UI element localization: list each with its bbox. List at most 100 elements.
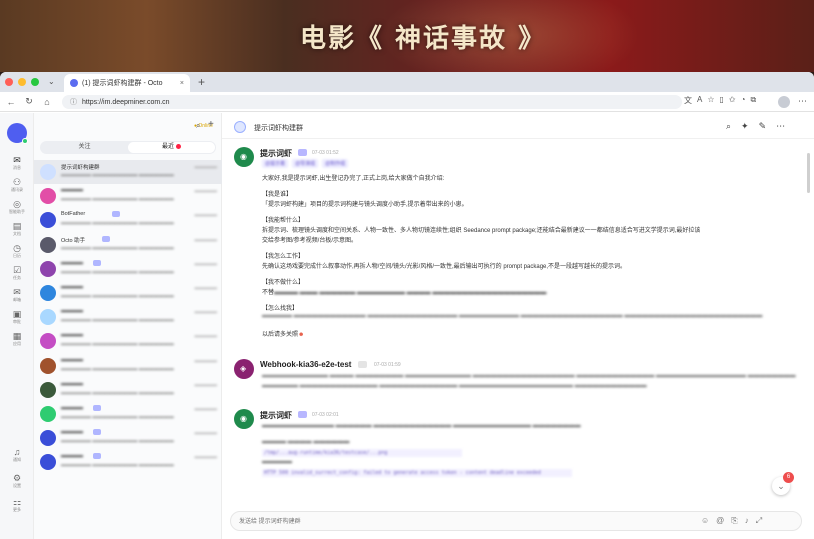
conversation-time: ▬▬▬▬▬ xyxy=(194,236,218,242)
conversation-body: ▬▬▬▬ ▬▬▬▬▬▬ ▬▬▬▬▬▬▬▬▬ ▬▬▬▬▬▬▬ ▬▬▬▬▬ xyxy=(61,284,221,302)
rail-item-approval[interactable]: ▣ 审批 xyxy=(0,309,34,325)
conversation-item[interactable]: ▬▬▬▬ ▬▬▬▬▬▬ ▬▬▬▬▬▬▬▬▬ ▬▬▬▬▬▬▬ ▬▬▬▬▬ xyxy=(34,329,222,353)
conversation-item[interactable]: ▬▬▬▬ ▬▬▬▬▬▬ ▬▬▬▬▬▬▬▬▬ ▬▬▬▬▬▬▬ ▬▬▬▬▬ xyxy=(34,354,222,378)
add-icon[interactable]: + xyxy=(208,119,214,130)
rail-item-messages[interactable]: ✉ 消息 xyxy=(0,155,34,171)
sender-avatar[interactable]: ◉ xyxy=(234,409,254,429)
message-line: 【我不做什么】 xyxy=(262,280,305,286)
conversation-avatar xyxy=(40,212,56,229)
back-icon[interactable]: ← xyxy=(4,97,18,107)
sender-name[interactable]: 提示词虾 xyxy=(260,148,292,159)
composer-actions: ☺ @ ⎘ ♪ ⤢ xyxy=(701,516,762,526)
conversation-item[interactable]: ▬▬▬▬ ▬▬▬▬▬▬ ▬▬▬▬▬▬▬▬▬ ▬▬▬▬▬▬▬ ▬▬▬▬▬ xyxy=(34,184,222,208)
conversation-body: ▬▬▬▬ ▬▬▬▬▬▬ ▬▬▬▬▬▬▬▬▬ ▬▬▬▬▬▬▬ ▬▬▬▬▬ xyxy=(61,453,221,471)
site-info-icon[interactable]: ⓘ xyxy=(70,97,77,107)
reload-icon[interactable]: ↻ xyxy=(22,96,36,107)
read-aloud-icon[interactable]: A xyxy=(697,95,702,106)
conversation-item[interactable]: ▬▬▬▬ ▬▬▬▬▬▬ ▬▬▬▬▬▬▬▬▬ ▬▬▬▬▬▬▬ ▬▬▬▬▬ xyxy=(34,426,222,450)
group-avatar[interactable] xyxy=(234,121,246,133)
sender-name[interactable]: Webhook-kia36-e2e-test xyxy=(260,360,351,369)
scroll-to-bottom-button[interactable]: ⌄ 6 xyxy=(772,472,794,495)
emoji-icon[interactable]: ☺ xyxy=(701,516,709,526)
maximize-window-button[interactable] xyxy=(31,78,39,86)
conversation-name: ▬▬▬▬ xyxy=(61,429,83,436)
conversation-item[interactable]: ▬▬▬▬ ▬▬▬▬▬▬ ▬▬▬▬▬▬▬▬▬ ▬▬▬▬▬▬▬ ▬▬▬▬▬ xyxy=(34,450,222,474)
conversation-time: ▬▬▬▬▬ xyxy=(194,333,218,339)
profile-avatar[interactable] xyxy=(778,96,790,108)
conversation-avatar xyxy=(40,333,56,350)
close-window-button[interactable] xyxy=(5,78,13,86)
search-icon[interactable]: ⌕ xyxy=(726,121,731,132)
more-icon[interactable]: ⋯ xyxy=(776,121,785,132)
rail-item-mail[interactable]: ✉ 邮箱 xyxy=(0,287,34,303)
conversation-preview: ▬▬▬▬▬▬ ▬▬▬▬▬▬▬▬▬ ▬▬▬▬▬▬▬ xyxy=(61,317,174,324)
movie-banner: 电影《 神话事故 》 xyxy=(0,0,814,72)
chat-scrollbar[interactable] xyxy=(807,153,810,193)
history-icon[interactable]: ◔ xyxy=(741,95,746,106)
browser-menu-icon[interactable]: ⋯ xyxy=(798,96,807,107)
rail-item-apps[interactable]: ▦ 应用 xyxy=(0,331,34,347)
conversation-item[interactable]: BotFather ▬▬▬▬▬▬ ▬▬▬▬▬▬▬▬▬ ▬▬▬▬▬▬▬ ▬▬▬▬▬ xyxy=(34,208,222,232)
bookmark-star-icon[interactable]: ☆ xyxy=(707,95,714,106)
tab-following-label: 关注 xyxy=(78,144,91,150)
attachment-icon[interactable]: ⎘ xyxy=(731,516,737,526)
conversation-item[interactable]: ▬▬▬▬ ▬▬▬▬▬▬ ▬▬▬▬▬▬▬▬▬ ▬▬▬▬▬▬▬ ▬▬▬▬▬ xyxy=(34,402,222,426)
conversation-item[interactable]: 提示词虾构建群 ▬▬▬▬▬▬ ▬▬▬▬▬▬▬▬▬ ▬▬▬▬▬▬▬ ▬▬▬▬▬ xyxy=(34,160,222,184)
mail-icon: ✉ xyxy=(13,287,21,297)
conversation-preview: ▬▬▬▬▬▬ ▬▬▬▬▬▬▬▬▬ ▬▬▬▬▬▬▬ xyxy=(61,462,174,469)
conversation-avatar xyxy=(40,357,56,374)
message-input[interactable] xyxy=(239,516,679,528)
rail-item-calendar[interactable]: ◷ 日历 xyxy=(0,243,34,259)
extensions-icon[interactable]: ⧉ xyxy=(750,95,756,106)
bot-badge xyxy=(358,361,367,368)
rail-item-settings[interactable]: ⚙ 设置 xyxy=(0,473,34,489)
tab-following[interactable]: 关注 xyxy=(41,142,128,153)
translate-icon[interactable]: 文 xyxy=(684,95,692,106)
tab-recent[interactable]: 最近 xyxy=(128,142,215,153)
rail-item-notifications[interactable]: ♫ 通知 xyxy=(0,447,34,463)
conversation-time: ▬▬▬▬▬ xyxy=(194,260,218,266)
sender-avatar[interactable]: ◉ xyxy=(234,147,254,167)
user-avatar[interactable] xyxy=(7,123,28,144)
conversation-name: ▬▬▬▬ xyxy=(61,380,83,387)
conversation-item[interactable]: ▬▬▬▬ ▬▬▬▬▬▬ ▬▬▬▬▬▬▬▬▬ ▬▬▬▬▬▬▬ ▬▬▬▬▬ xyxy=(34,257,222,281)
pin-icon[interactable]: ✎ xyxy=(759,121,767,132)
sparkle-icon[interactable]: ✦ xyxy=(741,121,749,132)
mention-tag[interactable]: @制作组 xyxy=(322,159,349,168)
conversation-name: ▬▬▬▬ xyxy=(61,356,83,363)
sender-name[interactable]: 提示词虾 xyxy=(260,410,292,421)
conversation-avatar xyxy=(40,260,56,277)
expand-icon[interactable]: ⤢ xyxy=(756,516,762,526)
conversation-preview: ▬▬▬▬▬▬ ▬▬▬▬▬▬▬▬▬ ▬▬▬▬▬▬▬ xyxy=(61,438,174,445)
search-icon[interactable]: ⌕ xyxy=(196,121,200,131)
rail-item-assistant[interactable]: ◎ 智能助手 xyxy=(0,199,34,215)
conversation-item[interactable]: Octo 助手 ▬▬▬▬▬▬ ▬▬▬▬▬▬▬▬▬ ▬▬▬▬▬▬▬ ▬▬▬▬▬ xyxy=(34,233,222,257)
microphone-icon[interactable]: ♪ xyxy=(745,516,749,526)
minimize-window-button[interactable] xyxy=(18,78,26,86)
home-icon[interactable]: ⌂ xyxy=(40,97,54,107)
conversation-preview: ▬▬▬▬▬▬ ▬▬▬▬▬▬▬▬▬ ▬▬▬▬▬▬▬ xyxy=(61,414,174,420)
conversation-item[interactable]: ▬▬▬▬ ▬▬▬▬▬▬ ▬▬▬▬▬▬▬▬▬ ▬▬▬▬▬▬▬ ▬▬▬▬▬ xyxy=(34,305,222,329)
conversation-avatar xyxy=(40,236,56,253)
close-tab-icon[interactable]: × xyxy=(180,80,184,87)
sender-avatar[interactable]: ◈ xyxy=(234,359,254,379)
banner-title: 电影《 神话事故 》 xyxy=(300,24,547,54)
rail-item-more[interactable]: ⚏ 更多 xyxy=(0,497,34,513)
shrimp-icon: ◉ xyxy=(240,152,247,161)
message-line: 【我是谁】 xyxy=(262,192,293,198)
conversation-item[interactable]: ▬▬▬▬ ▬▬▬▬▬▬ ▬▬▬▬▬▬▬▬▬ ▬▬▬▬▬▬▬ ▬▬▬▬▬ xyxy=(34,378,222,402)
tab-menu-chevron-icon[interactable]: ⌄ xyxy=(48,77,55,86)
new-tab-button[interactable]: + xyxy=(198,75,205,89)
conversation-name: ▬▬▬▬ xyxy=(61,187,83,194)
rail-item-docs[interactable]: ▤ 文档 xyxy=(0,221,34,237)
split-screen-icon[interactable]: ▯ xyxy=(720,95,724,106)
mention-tag[interactable]: @导演组 xyxy=(292,159,319,168)
url-field[interactable]: ⓘ https://im.deepminer.com.cn xyxy=(62,95,682,109)
mention-tag[interactable]: @提示着 xyxy=(262,159,289,168)
browser-tab[interactable]: (1) 提示词虾构建群 - Octo × xyxy=(64,74,190,92)
favorites-icon[interactable]: ✩ xyxy=(729,95,736,106)
rail-item-contacts[interactable]: ⚇ 通讯录 xyxy=(0,177,34,193)
conversation-item[interactable]: ▬▬▬▬ ▬▬▬▬▬▬ ▬▬▬▬▬▬▬▬▬ ▬▬▬▬▬▬▬ ▬▬▬▬▬ xyxy=(34,281,222,305)
rail-item-tasks[interactable]: ☑ 任务 xyxy=(0,265,34,281)
mention-icon[interactable]: @ xyxy=(716,516,724,526)
